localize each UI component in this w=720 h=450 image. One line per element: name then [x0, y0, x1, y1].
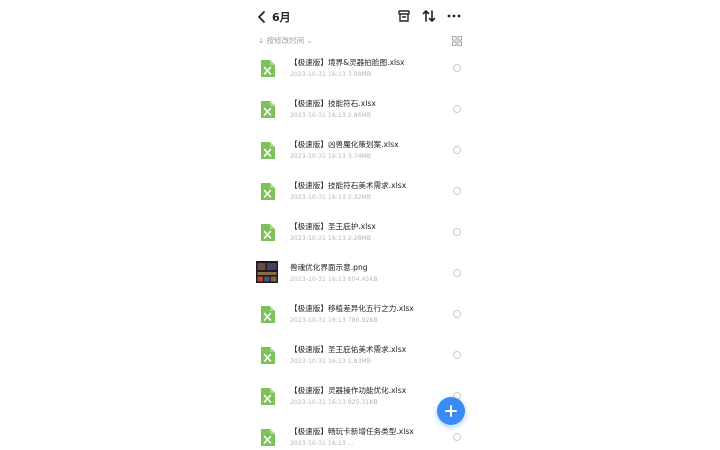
archive-icon[interactable]: [396, 8, 412, 24]
excel-file-icon: [261, 306, 275, 323]
select-radio[interactable]: [453, 310, 461, 318]
file-meta: 2023-10-31 16:13 1.83MB: [290, 358, 372, 365]
select-radio[interactable]: [453, 433, 461, 441]
sort-arrow-icon: ↓: [258, 36, 267, 45]
file-name: 【极速版】畅玩卡新增任务类型.xlsx: [290, 427, 414, 436]
excel-file-icon: [261, 101, 275, 118]
sort-icon[interactable]: [421, 8, 437, 24]
file-meta: 2023-10-31 16:13 3.74MB: [290, 153, 372, 160]
file-name: 【极速版】圣王庇护.xlsx: [290, 222, 376, 231]
sort-order-dropdown[interactable]: ↓ 按修改时间 ⌄: [258, 35, 313, 46]
file-name: 【极速版】凶兽魔化策划案.xlsx: [290, 140, 399, 149]
plus-icon: [445, 405, 457, 417]
file-meta: 2023-10-31 16:13 3.98MB: [290, 71, 372, 78]
file-meta: 2023-10-31 16:13 780.92KB: [290, 317, 378, 324]
list-item[interactable]: 兽魂优化界面示意.png 2023-10-31 16:13 604.45KB: [248, 259, 472, 300]
list-item[interactable]: 【极速版】畅玩卡新增任务类型.xlsx 2023-10-31 16:13 ...: [248, 423, 472, 450]
add-file-button[interactable]: [437, 397, 465, 425]
list-item[interactable]: 【极速版】圣王庇佑美术需求.xlsx 2023-10-31 16:13 1.83…: [248, 341, 472, 382]
page-title: 6月: [272, 11, 291, 24]
file-name: 【极速版】灵器操作功能优化.xlsx: [290, 386, 407, 395]
excel-file-icon: [261, 183, 275, 200]
excel-file-icon: [261, 429, 275, 446]
sort-bar: ↓ 按修改时间 ⌄: [248, 34, 472, 50]
excel-file-icon: [261, 388, 275, 405]
select-radio[interactable]: [453, 351, 461, 359]
sort-label-text: 按修改时间: [266, 36, 305, 45]
excel-file-icon: [261, 224, 275, 241]
file-meta: 2023-10-31 16:13 2.32MB: [290, 194, 372, 201]
image-thumbnail: [256, 261, 278, 283]
chevron-down-icon: ⌄: [304, 36, 313, 45]
list-item[interactable]: 【极速版】移植差异化五行之力.xlsx 2023-10-31 16:13 780…: [248, 300, 472, 341]
list-item[interactable]: 【极速版】凶兽魔化策划案.xlsx 2023-10-31 16:13 3.74M…: [248, 136, 472, 177]
file-name: 【极速版】圣王庇佑美术需求.xlsx: [290, 345, 407, 354]
excel-file-icon: [261, 347, 275, 364]
select-radio[interactable]: [453, 146, 461, 154]
file-name: 【极速版】境界&灵器拍脸图.xlsx: [290, 58, 405, 67]
select-radio[interactable]: [453, 105, 461, 113]
list-item[interactable]: 【极速版】技能符石美术需求.xlsx 2023-10-31 16:13 2.32…: [248, 177, 472, 218]
excel-file-icon: [261, 60, 275, 77]
file-name: 【极速版】移植差异化五行之力.xlsx: [290, 304, 414, 313]
file-meta: 2023-10-31 16:13 925.31KB: [290, 399, 378, 406]
back-arrow-icon[interactable]: [254, 8, 270, 26]
grid-view-icon[interactable]: [452, 36, 462, 46]
file-name: 【极速版】技能符石美术需求.xlsx: [290, 181, 407, 190]
top-bar: 6月: [248, 0, 472, 34]
excel-file-icon: [261, 142, 275, 159]
more-options-icon[interactable]: [446, 8, 462, 24]
file-meta: 2023-10-31 16:13 ...: [290, 440, 354, 447]
file-meta: 2023-10-31 16:13 2.86MB: [290, 112, 372, 119]
file-meta: 2023-10-31 16:13 2.28MB: [290, 235, 372, 242]
file-browser-screen: 6月 ↓ 按修改时间 ⌄ 【极速版】境界&灵器拍脸图.xlsx 2023-10-…: [248, 0, 472, 450]
file-name: 兽魂优化界面示意.png: [290, 263, 368, 272]
file-name: 【极速版】技能符石.xlsx: [290, 99, 376, 108]
list-item[interactable]: 【极速版】境界&灵器拍脸图.xlsx 2023-10-31 16:13 3.98…: [248, 54, 472, 95]
list-item[interactable]: 【极速版】圣王庇护.xlsx 2023-10-31 16:13 2.28MB: [248, 218, 472, 259]
list-item[interactable]: 【极速版】技能符石.xlsx 2023-10-31 16:13 2.86MB: [248, 95, 472, 136]
file-meta: 2023-10-31 16:13 604.45KB: [290, 276, 378, 283]
select-radio[interactable]: [453, 269, 461, 277]
select-radio[interactable]: [453, 64, 461, 72]
select-radio[interactable]: [453, 187, 461, 195]
select-radio[interactable]: [453, 228, 461, 236]
